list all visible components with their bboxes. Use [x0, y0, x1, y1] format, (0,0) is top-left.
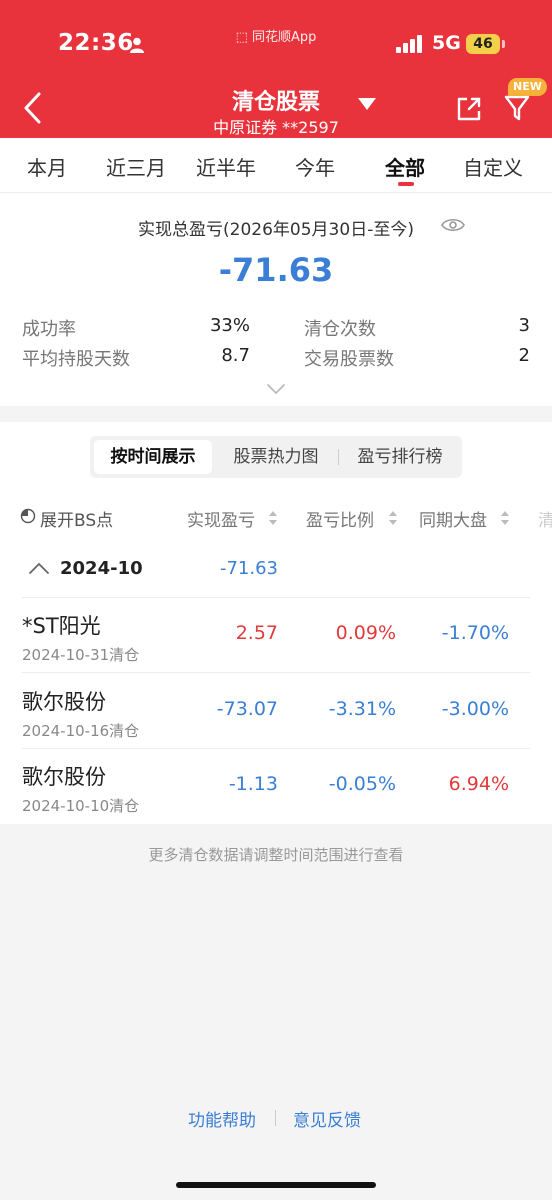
signal-icon [396, 35, 422, 53]
tab-this-month[interactable]: 本月 [27, 152, 67, 181]
table-row[interactable]: 歌尔股份 2024-10-10清仓 -1.13 -0.05% 6.94% [0, 749, 552, 825]
tab-all[interactable]: 全部 [385, 152, 425, 181]
stat-value-stock-count: 2 [518, 345, 530, 366]
app-link-icon: ⬚ [235, 30, 248, 45]
summary-title: 实现总盈亏(2026年05月30日-至今) [138, 220, 414, 240]
realized-pl: -1.13 [228, 773, 278, 795]
col-pl-ratio[interactable]: 盈亏比例 [306, 506, 374, 531]
bs-points-icon[interactable] [20, 508, 36, 524]
status-bar: 22:36 ⬚ 同花顺App 5G 46 [0, 30, 552, 64]
tab-custom[interactable]: 自定义 [463, 152, 523, 181]
stock-name: 歌尔股份 [22, 765, 106, 789]
stock-name: 歌尔股份 [22, 690, 106, 714]
tab-three-months[interactable]: 近三月 [106, 152, 166, 181]
tab-half-year[interactable]: 近半年 [196, 152, 256, 181]
network-type: 5G [432, 32, 461, 54]
battery-tip [502, 40, 505, 48]
col-market[interactable]: 同期大盘 [419, 506, 487, 531]
month-group-row[interactable]: 2024-10 -71.63 [0, 542, 552, 598]
clear-date: 2024-10-16清仓 [22, 722, 140, 740]
tab-this-year[interactable]: 今年 [295, 152, 335, 181]
clear-list-card: 按时间展示 股票热力图 盈亏排行榜 展开BS点 实现盈亏 盈亏比例 同期大盘 清… [0, 422, 552, 824]
summary-card: 实现总盈亏(2026年05月30日-至今) -71.63 成功率 33% 清仓次… [0, 193, 552, 406]
view-tab-by-time[interactable]: 按时间展示 [94, 440, 212, 474]
total-pl-value: -71.63 [218, 251, 334, 289]
view-tab-heatmap[interactable]: 股票热力图 [216, 440, 336, 474]
col-bs-points[interactable]: 展开BS点 [40, 506, 113, 531]
realized-pl: -73.07 [216, 698, 278, 720]
sort-icon[interactable] [268, 510, 278, 526]
month-group-pl: -71.63 [219, 558, 278, 579]
help-link[interactable]: 功能帮助 [188, 1106, 256, 1131]
realized-pl: 2.57 [235, 622, 278, 644]
dropdown-caret-icon[interactable] [358, 98, 376, 110]
table-row[interactable]: 歌尔股份 2024-10-16清仓 -73.07 -3.31% -3.00% [0, 674, 552, 750]
market-change: 6.94% [448, 773, 509, 795]
market-change: -1.70% [441, 622, 509, 644]
market-change: -3.00% [441, 698, 509, 720]
new-badge: NEW [508, 78, 547, 96]
filter-icon[interactable] [504, 94, 530, 122]
stat-value-clear-count: 3 [518, 315, 530, 336]
active-tab-indicator [398, 182, 414, 186]
battery-level: 46 [466, 34, 500, 54]
pl-ratio: -3.31% [328, 698, 396, 720]
chevron-up-icon[interactable] [28, 562, 50, 574]
stat-label-success-rate: 成功率 [22, 319, 76, 340]
month-group-label: 2024-10 [60, 558, 143, 579]
clear-date: 2024-10-31清仓 [22, 646, 140, 664]
clear-date: 2024-10-10清仓 [22, 797, 140, 815]
expand-chevron-icon[interactable] [266, 383, 286, 395]
pl-ratio: -0.05% [328, 773, 396, 795]
stock-name: *ST阳光 [22, 614, 101, 638]
table-row[interactable]: *ST阳光 2024-10-31清仓 2.57 0.09% -1.70% [0, 598, 552, 674]
footer-divider [275, 1110, 276, 1126]
eye-icon[interactable] [441, 217, 465, 233]
share-icon[interactable] [456, 96, 482, 122]
divider [22, 672, 530, 673]
footer-note: 更多清仓数据请调整时间范围进行查看 [148, 846, 404, 864]
pl-ratio: 0.09% [335, 622, 396, 644]
sort-icon[interactable] [500, 510, 510, 526]
seg-divider [338, 449, 339, 465]
stat-value-avg-days: 8.7 [221, 345, 250, 366]
view-segmented-control: 按时间展示 股票热力图 盈亏排行榜 [90, 436, 462, 478]
stat-value-success-rate: 33% [209, 315, 250, 336]
col-extra-clipped: 清 [538, 511, 552, 531]
stat-label-avg-days: 平均持股天数 [22, 349, 130, 370]
sort-icon[interactable] [388, 510, 398, 526]
feedback-link[interactable]: 意见反馈 [293, 1106, 361, 1131]
stat-label-stock-count: 交易股票数 [304, 349, 394, 370]
view-tab-ranking[interactable]: 盈亏排行榜 [342, 440, 458, 474]
carrier-text: 同花顺App [252, 30, 317, 45]
stat-label-clear-count: 清仓次数 [304, 319, 376, 340]
app-header: 22:36 ⬚ 同花顺App 5G 46 清仓股票 中原证券 **2597 NE… [0, 0, 552, 138]
col-realized-pl[interactable]: 实现盈亏 [187, 506, 255, 531]
period-tab-bar: 本月 近三月 近半年 今年 全部 自定义 [0, 138, 552, 193]
home-indicator[interactable] [176, 1182, 376, 1188]
